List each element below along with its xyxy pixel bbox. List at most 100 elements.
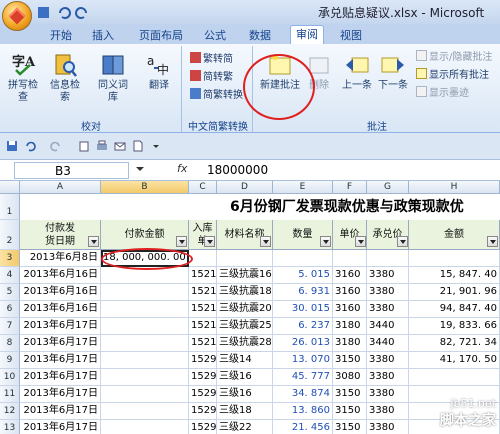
- cell-acceptance-price[interactable]: 3440: [367, 335, 409, 352]
- name-box-dropdown-icon[interactable]: [136, 165, 144, 173]
- cell-amount[interactable]: [101, 420, 189, 434]
- tab-home[interactable]: 开始: [46, 27, 76, 44]
- row-header[interactable]: 1: [0, 194, 20, 220]
- cell-amount[interactable]: [101, 318, 189, 335]
- cell-acceptance-price[interactable]: 3380: [367, 386, 409, 403]
- column-header-e[interactable]: E: [273, 181, 333, 194]
- simp-to-trad-button[interactable]: 简转繁: [190, 70, 233, 86]
- cell-acceptance-price[interactable]: 3380: [367, 284, 409, 301]
- cell-total[interactable]: 19, 833. 66: [409, 318, 500, 335]
- cell-unit-price[interactable]: 3080: [333, 369, 367, 386]
- cell-acceptance-price[interactable]: 3380: [367, 420, 409, 434]
- redo-icon[interactable]: [50, 140, 62, 152]
- cell-amount[interactable]: [101, 335, 189, 352]
- cell-material[interactable]: 三级抗震20: [217, 301, 273, 318]
- column-header-b[interactable]: B: [101, 181, 189, 194]
- row-header[interactable]: 8: [0, 335, 20, 352]
- cell-unit-price[interactable]: 3150: [333, 403, 367, 420]
- filter-dropdown-e[interactable]: [320, 236, 331, 247]
- next-comment-button[interactable]: 下一条: [374, 48, 412, 106]
- save-icon[interactable]: [6, 140, 18, 152]
- cell-receipt[interactable]: 1529: [189, 369, 217, 386]
- cell-acceptance-price[interactable]: 3380: [367, 403, 409, 420]
- office-button[interactable]: [2, 1, 32, 31]
- cell-material[interactable]: 三级14: [217, 352, 273, 369]
- cell-amount[interactable]: [101, 284, 189, 301]
- column-header-h[interactable]: H: [409, 181, 500, 194]
- row-header[interactable]: 7: [0, 318, 20, 335]
- column-header-f[interactable]: F: [333, 181, 367, 194]
- translate-button[interactable]: a中 翻译: [140, 48, 178, 106]
- cell-total[interactable]: [409, 250, 500, 267]
- row-header[interactable]: 4: [0, 267, 20, 284]
- print-icon[interactable]: [96, 140, 108, 152]
- cell-quantity[interactable]: 6. 931: [273, 284, 333, 301]
- cell-date[interactable]: 2013年6月17日: [20, 386, 101, 403]
- cell-quantity[interactable]: 45. 777: [273, 369, 333, 386]
- column-header-g[interactable]: G: [367, 181, 409, 194]
- filter-dropdown-h[interactable]: [487, 236, 498, 247]
- cell-unit-price[interactable]: 3180: [333, 335, 367, 352]
- simp-trad-convert-button[interactable]: 简繁转换: [190, 88, 243, 104]
- cell-receipt[interactable]: 1529: [189, 386, 217, 403]
- cell-quantity[interactable]: 6. 237: [273, 318, 333, 335]
- row-header[interactable]: 2: [0, 220, 20, 250]
- cell-total[interactable]: 82, 721. 34: [409, 335, 500, 352]
- cell-unit-price[interactable]: 3160: [333, 301, 367, 318]
- row-header[interactable]: 3: [0, 250, 20, 267]
- cell-receipt[interactable]: 1521: [189, 301, 217, 318]
- cell-date[interactable]: 2013年6月17日: [20, 420, 101, 434]
- cell-material[interactable]: 三级抗震18: [217, 284, 273, 301]
- cell-unit-price[interactable]: 3180: [333, 318, 367, 335]
- cell-material[interactable]: 三级抗震25: [217, 318, 273, 335]
- cell-quantity[interactable]: 13. 070: [273, 352, 333, 369]
- cell-total[interactable]: [409, 369, 500, 386]
- thesaurus-button[interactable]: 同义词库: [94, 48, 132, 106]
- tab-data[interactable]: 数据: [245, 27, 275, 44]
- row-header[interactable]: 11: [0, 386, 20, 403]
- cell-amount[interactable]: [101, 369, 189, 386]
- cell-quantity[interactable]: 5. 015: [273, 267, 333, 284]
- formula-input[interactable]: 18000000: [207, 162, 268, 178]
- cell-acceptance-price[interactable]: 3380: [367, 301, 409, 318]
- column-header-d[interactable]: D: [217, 181, 273, 194]
- trad-to-simp-button[interactable]: 繁转简: [190, 52, 233, 68]
- cell-date[interactable]: 2013年6月8日: [20, 250, 101, 267]
- cell-amount[interactable]: [101, 301, 189, 318]
- cell-date[interactable]: 2013年6月16日: [20, 267, 101, 284]
- filter-dropdown-a[interactable]: [88, 236, 99, 247]
- cell-material[interactable]: 三级16: [217, 386, 273, 403]
- cell-total[interactable]: 41, 170. 50: [409, 352, 500, 369]
- print-preview-icon[interactable]: [78, 140, 90, 152]
- cell-date[interactable]: 2013年6月17日: [20, 369, 101, 386]
- cell-unit-price[interactable]: 3150: [333, 352, 367, 369]
- cell-receipt[interactable]: 1521: [189, 267, 217, 284]
- cell-material[interactable]: 三级22: [217, 420, 273, 434]
- cell-material[interactable]: [217, 250, 273, 267]
- cell-unit-price[interactable]: 3150: [333, 420, 367, 434]
- show-all-comments-button[interactable]: 显示所有批注: [416, 68, 489, 84]
- cell-unit-price[interactable]: 3150: [333, 386, 367, 403]
- cell-material[interactable]: 三级16: [217, 369, 273, 386]
- cell-receipt[interactable]: 1529: [189, 403, 217, 420]
- select-all-corner[interactable]: [0, 181, 20, 194]
- new-document-icon[interactable]: [132, 140, 144, 152]
- fx-icon[interactable]: fx: [177, 162, 187, 175]
- cell-receipt[interactable]: 1521: [189, 335, 217, 352]
- cell-quantity[interactable]: 26. 013: [273, 335, 333, 352]
- tab-insert[interactable]: 插入: [88, 27, 118, 44]
- cell-date[interactable]: 2013年6月17日: [20, 335, 101, 352]
- cell-receipt[interactable]: 1529: [189, 420, 217, 434]
- cell-date[interactable]: 2013年6月17日: [20, 403, 101, 420]
- name-box[interactable]: B3: [14, 162, 129, 179]
- cell-material[interactable]: 三级18: [217, 403, 273, 420]
- filter-dropdown-b[interactable]: [176, 236, 187, 247]
- cell-quantity[interactable]: 34. 874: [273, 386, 333, 403]
- column-header-c[interactable]: C: [189, 181, 217, 194]
- cell-date[interactable]: 2013年6月17日: [20, 352, 101, 369]
- tab-page-layout[interactable]: 页面布局: [133, 27, 189, 44]
- customize-toolbar-icon[interactable]: [150, 140, 162, 152]
- cell-unit-price[interactable]: [333, 250, 367, 267]
- cell-acceptance-price[interactable]: 3380: [367, 267, 409, 284]
- cell-amount[interactable]: [101, 386, 189, 403]
